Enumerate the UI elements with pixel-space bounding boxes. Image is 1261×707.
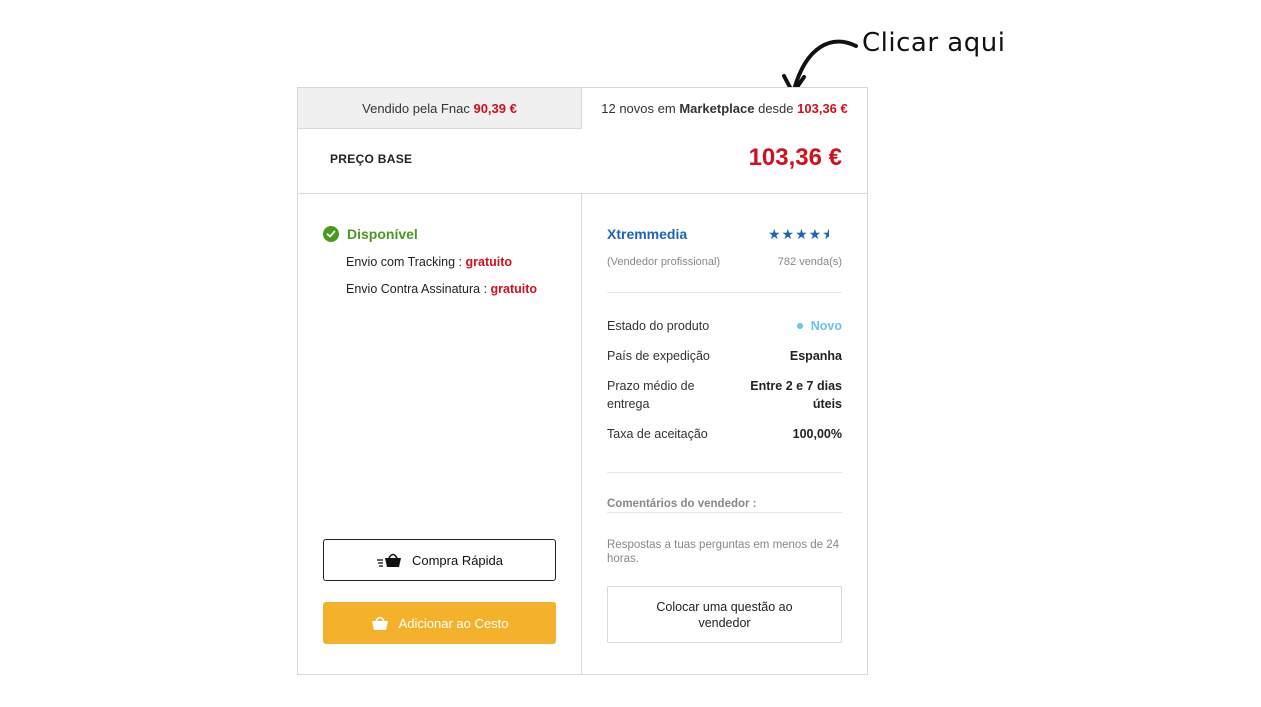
base-price-value: 103,36 € [748,144,842,171]
shipping-tracking-value: gratuito [465,255,513,269]
spec-label-delivery: Prazo médio de entrega [607,379,695,411]
separator [607,292,842,293]
spec-label-condition: Estado do produto [607,319,710,333]
shipping-signature-label: Envio Contra Assinatura : [346,282,488,296]
add-to-cart-label: Adicionar ao Cesto [398,615,509,631]
shipping-signature-value: gratuito [490,282,538,296]
tab-fnac[interactable]: Vendido pela Fnac 90,39 € [298,88,582,129]
seller-name-link[interactable]: Xtremmedia [607,226,687,242]
shipping-signature: Envio Contra Assinatura : gratuito [346,282,537,296]
basket-icon [371,615,389,631]
shipping-tracking: Envio com Tracking : gratuito [346,255,512,269]
tab-fnac-label: Vendido pela Fnac [362,100,470,116]
quick-buy-button[interactable]: Compra Rápida [323,539,556,581]
tab-marketplace-name: Marketplace [679,101,755,116]
tab-marketplace[interactable]: 12 novos em Marketplace desde 103,36 € [582,88,867,129]
seller-sales-count: 782 venda(s) [777,256,842,268]
quick-buy-label: Compra Rápida [411,552,504,568]
availability-text: Disponível [347,226,418,242]
spec-value-condition: Novo [796,317,842,335]
seller-reply-time: Respostas a tuas perguntas em menos de 2… [607,539,840,565]
star-icons: ★★★★ [768,226,823,242]
shipping-tracking-label: Envio com Tracking : [346,255,463,269]
spec-value-condition-text: Novo [810,319,842,333]
base-price-label: PREÇO BASE [330,152,413,166]
spec-label-country: País de expedição [607,349,710,363]
spec-value-delivery: Entre 2 e 7 dias úteis [750,379,842,411]
seller-comments-title: Comentários do vendedor : [607,498,757,510]
add-to-cart-button[interactable]: Adicionar ao Cesto [323,602,556,644]
column-divider [581,194,582,674]
spec-value-acceptance: 100,00% [792,427,842,441]
spec-label-acceptance: Taxa de aceitação [607,427,708,441]
tab-marketplace-count: 12 novos em [601,101,676,116]
separator [607,472,842,473]
spec-value-country: Espanha [789,349,842,363]
separator [607,512,842,513]
fast-basket-icon [376,552,402,568]
annotation-text: Clicar aqui [862,28,1006,58]
availability-status: Disponível [323,226,418,242]
check-circle-icon [323,226,339,242]
new-dot-icon [796,322,803,329]
tab-fnac-price: 90,39 € [473,100,517,116]
seller-rating-stars: ★★★★★ [768,226,829,243]
ask-seller-button[interactable]: Colocar uma questão ao vendedor [607,586,842,643]
seller-type: (Vendedor profissional) [607,256,721,268]
half-star-icon: ★ [822,226,829,243]
offer-panel: Vendido pela Fnac 90,39 € 12 novos em Ma… [297,87,868,675]
base-price-row: PREÇO BASE 103,36 € [298,129,867,194]
seller-tabs: Vendido pela Fnac 90,39 € 12 novos em Ma… [298,88,867,129]
tab-marketplace-price: 103,36 € [797,101,848,116]
tab-marketplace-from: desde [758,101,794,116]
